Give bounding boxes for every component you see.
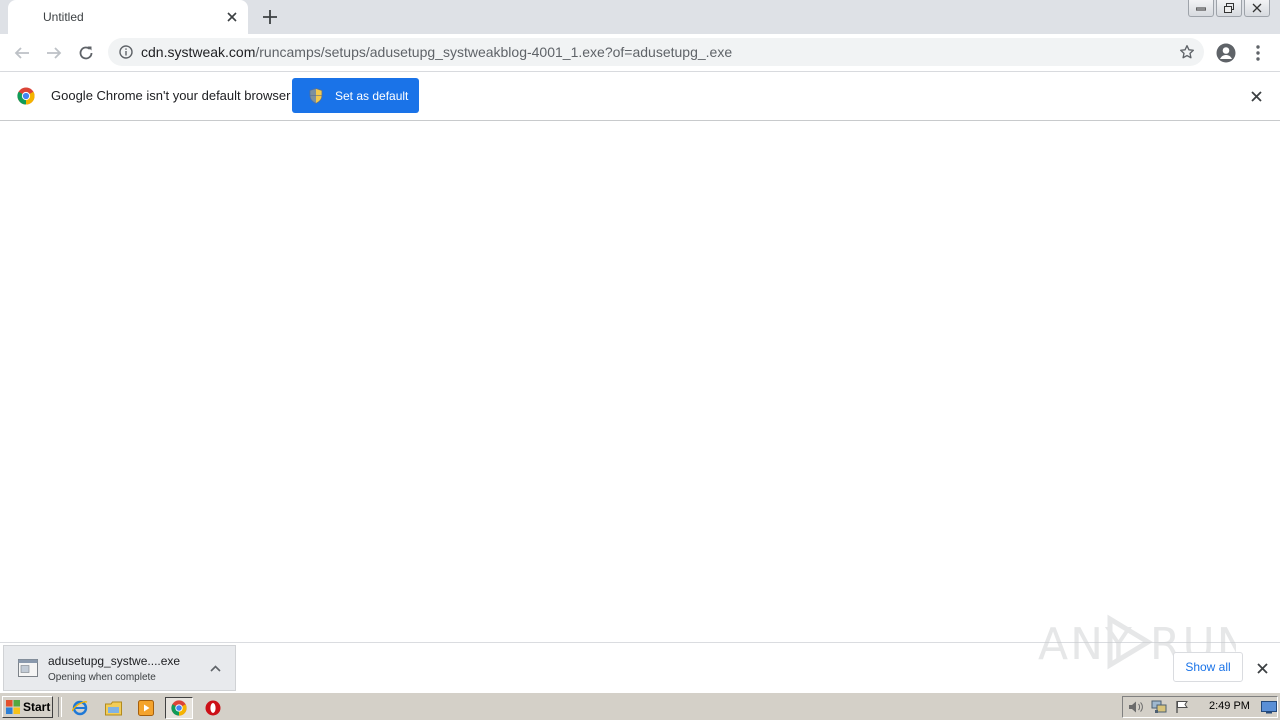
new-tab-button[interactable] bbox=[260, 7, 280, 27]
chrome-icon[interactable] bbox=[165, 697, 193, 719]
uac-shield-icon bbox=[309, 87, 323, 104]
set-as-default-label: Set as default bbox=[335, 88, 409, 103]
infobar-message: Google Chrome isn't your default browser bbox=[51, 88, 291, 103]
executable-file-icon bbox=[18, 659, 38, 677]
folder-icon[interactable] bbox=[99, 697, 127, 719]
system-tray: 2:49 PM bbox=[1122, 696, 1278, 718]
tab-strip: Untitled bbox=[0, 0, 1280, 34]
bookmark-star-icon[interactable] bbox=[1178, 43, 1196, 61]
volume-icon[interactable] bbox=[1127, 699, 1145, 715]
download-filename: adusetupg_systwe....exe bbox=[48, 654, 181, 668]
download-item[interactable]: adusetupg_systwe....exe Opening when com… bbox=[3, 645, 236, 691]
toolbar: cdn.systweak.com/runcamps/setups/adusetu… bbox=[0, 34, 1280, 72]
restore-button[interactable] bbox=[1216, 0, 1242, 17]
address-bar[interactable]: cdn.systweak.com/runcamps/setups/adusetu… bbox=[108, 38, 1204, 66]
windows-logo-icon bbox=[6, 700, 20, 714]
url-text[interactable]: cdn.systweak.com/runcamps/setups/adusetu… bbox=[141, 44, 732, 60]
tab-untitled[interactable]: Untitled bbox=[8, 0, 248, 34]
forward-button[interactable] bbox=[41, 40, 67, 66]
show-desktop-icon[interactable] bbox=[1260, 699, 1278, 715]
screen: Untitled cdn.systweak.com/runcamps/setup… bbox=[0, 0, 1280, 720]
close-window-button[interactable] bbox=[1244, 0, 1270, 17]
start-button[interactable]: Start bbox=[2, 696, 53, 718]
clock: 2:49 PM bbox=[1209, 700, 1250, 712]
url-host: cdn.systweak.com bbox=[141, 44, 256, 60]
download-shelf-close-icon[interactable] bbox=[1254, 660, 1270, 676]
opera-icon[interactable] bbox=[199, 697, 227, 719]
infobar-close-icon[interactable] bbox=[1248, 88, 1264, 104]
page-content bbox=[0, 121, 1280, 642]
start-label: Start bbox=[23, 700, 51, 714]
minimize-button[interactable] bbox=[1188, 0, 1214, 17]
download-status: Opening when complete bbox=[48, 672, 156, 683]
action-center-flag-icon[interactable] bbox=[1173, 699, 1191, 715]
reload-button[interactable] bbox=[73, 40, 99, 66]
internet-explorer-icon[interactable] bbox=[66, 697, 94, 719]
info-icon[interactable] bbox=[118, 44, 134, 60]
back-button[interactable] bbox=[9, 40, 35, 66]
media-player-icon[interactable] bbox=[132, 697, 160, 719]
set-as-default-button[interactable]: Set as default bbox=[292, 78, 419, 113]
profile-avatar-icon[interactable] bbox=[1213, 40, 1239, 66]
tab-title: Untitled bbox=[43, 10, 84, 24]
show-all-button[interactable]: Show all bbox=[1173, 652, 1243, 682]
window-controls bbox=[1188, 0, 1270, 18]
download-shelf: ANY RUN adusetupg_systwe....exe Opening … bbox=[0, 614, 1280, 693]
tab-close-icon[interactable] bbox=[224, 9, 240, 25]
url-path: /runcamps/setups/adusetupg_systweakblog-… bbox=[255, 44, 733, 60]
network-icon[interactable] bbox=[1150, 699, 1168, 715]
menu-kebab-icon[interactable] bbox=[1245, 40, 1271, 66]
taskbar-separator bbox=[58, 697, 62, 717]
chrome-logo-icon bbox=[17, 87, 35, 105]
chevron-up-icon[interactable] bbox=[209, 662, 221, 674]
taskbar: Start 2:49 PM bbox=[0, 692, 1280, 720]
default-browser-infobar: Google Chrome isn't your default browser… bbox=[0, 72, 1280, 121]
